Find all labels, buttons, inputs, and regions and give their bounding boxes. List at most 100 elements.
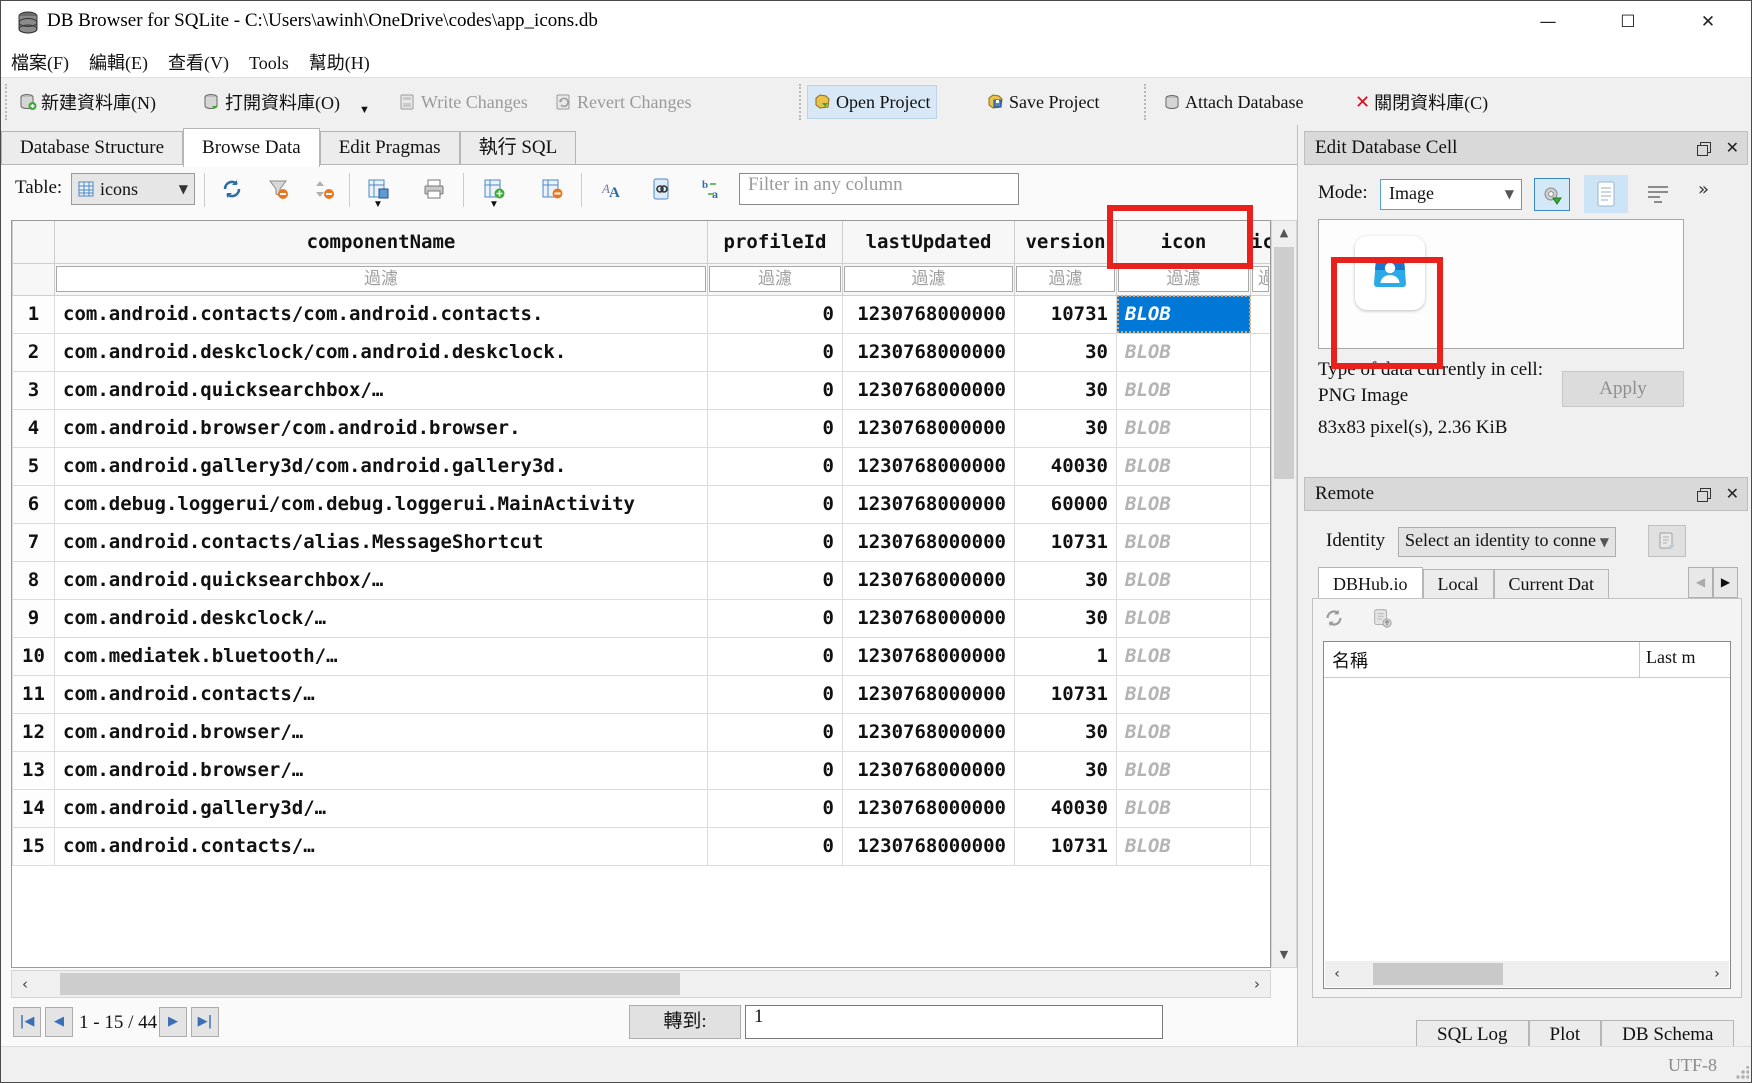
save-project-button[interactable]: Save Project — [981, 85, 1105, 119]
cell-version[interactable]: 10731 — [1015, 523, 1117, 561]
insert-record-dropdown-arrow[interactable]: ▼ — [489, 199, 499, 210]
cell-profileId[interactable]: 0 — [708, 371, 843, 409]
cell-version[interactable]: 1 — [1015, 637, 1117, 675]
prev-page-button[interactable]: ◀ — [45, 1007, 73, 1037]
remote-tab-current-dat[interactable]: Current Dat — [1494, 569, 1609, 599]
column-filter-input[interactable]: 過濾 — [1118, 266, 1249, 292]
cell-componentName[interactable]: com.android.gallery3d/com.android.galler… — [55, 447, 708, 485]
find-in-cells-button[interactable] — [647, 174, 677, 204]
cell-icon-blob[interactable]: BLOB — [1117, 675, 1251, 713]
cell-icon-blob[interactable]: BLOB — [1117, 789, 1251, 827]
scroll-down-arrow[interactable]: ▼ — [1272, 943, 1296, 967]
cell-lastUpdated[interactable]: 1230768000000 — [843, 713, 1015, 751]
cell-partial[interactable] — [1251, 295, 1271, 333]
cell-icon-blob[interactable]: BLOB — [1117, 713, 1251, 751]
vertical-scrollbar[interactable]: ▲ ▼ — [1271, 220, 1297, 968]
column-filter-componentName[interactable]: 過濾 — [55, 263, 708, 295]
close-panel-icon[interactable]: ✕ — [1726, 478, 1739, 510]
menu-item-3[interactable]: Tools — [239, 49, 299, 78]
upload-database-icon[interactable] — [1371, 607, 1393, 629]
horizontal-scrollbar[interactable]: ‹ › — [11, 970, 1271, 998]
column-filter-lastUpdated[interactable]: 過濾 — [843, 263, 1015, 295]
cell-lastUpdated[interactable]: 1230768000000 — [843, 371, 1015, 409]
cell-componentName[interactable]: com.android.browser/… — [55, 713, 708, 751]
row-number[interactable]: 14 — [13, 789, 55, 827]
cell-version[interactable]: 30 — [1015, 409, 1117, 447]
remote-list-header-lastmodified[interactable]: Last m — [1640, 642, 1730, 677]
row-number[interactable]: 13 — [13, 751, 55, 789]
save-results-dropdown-arrow[interactable]: ▼ — [373, 199, 383, 210]
apply-button[interactable]: Apply — [1562, 371, 1684, 407]
cell-componentName[interactable]: com.android.quicksearchbox/… — [55, 561, 708, 599]
close-panel-icon[interactable]: ✕ — [1726, 132, 1739, 164]
float-panel-icon[interactable] — [1697, 488, 1710, 501]
cell-lastUpdated[interactable]: 1230768000000 — [843, 561, 1015, 599]
cell-version[interactable]: 30 — [1015, 751, 1117, 789]
remote-horizontal-scrollbar[interactable]: ‹ › — [1325, 961, 1729, 987]
cell-icon-blob[interactable]: BLOB — [1117, 561, 1251, 599]
cell-version[interactable]: 40030 — [1015, 447, 1117, 485]
cell-componentName[interactable]: com.mediatek.bluetooth/… — [55, 637, 708, 675]
column-header-lastUpdated[interactable]: lastUpdated — [843, 221, 1015, 263]
column-header-componentName[interactable]: componentName — [55, 221, 708, 263]
remote-refresh-icon[interactable] — [1323, 607, 1345, 629]
cell-componentName[interactable]: com.android.contacts/com.android.contact… — [55, 295, 708, 333]
cell-partial[interactable] — [1251, 751, 1271, 789]
table-select[interactable]: icons ▼ — [71, 173, 195, 205]
cell-profileId[interactable]: 0 — [708, 485, 843, 523]
cell-profileId[interactable]: 0 — [708, 409, 843, 447]
column-header-version[interactable]: version — [1015, 221, 1117, 263]
remote-tab-local[interactable]: Local — [1423, 569, 1494, 599]
open-project-button[interactable]: Open Project — [807, 85, 937, 119]
scroll-left-arrow[interactable]: ‹ — [1325, 961, 1349, 987]
cell-partial[interactable] — [1251, 675, 1271, 713]
row-number[interactable]: 8 — [13, 561, 55, 599]
cell-profileId[interactable]: 0 — [708, 561, 843, 599]
row-number[interactable]: 3 — [13, 371, 55, 409]
new-database-button[interactable]: 新建資料庫(N) — [13, 85, 162, 119]
row-number[interactable]: 9 — [13, 599, 55, 637]
menu-item-4[interactable]: 幫助(H) — [299, 45, 380, 79]
import-certificate-button[interactable] — [1648, 525, 1686, 557]
goto-button[interactable]: 轉到: — [629, 1005, 741, 1039]
cell-profileId[interactable]: 0 — [708, 523, 843, 561]
scroll-left-arrow[interactable]: ‹ — [12, 971, 38, 997]
horizontal-scroll-thumb[interactable] — [60, 973, 680, 995]
encoding-label[interactable]: UTF-8 — [1668, 1055, 1717, 1076]
cell-lastUpdated[interactable]: 1230768000000 — [843, 333, 1015, 371]
cell-partial[interactable] — [1251, 713, 1271, 751]
cell-componentName[interactable]: com.android.contacts/… — [55, 675, 708, 713]
tab-scroll-left-arrow[interactable]: ◀ — [1688, 567, 1713, 598]
row-number[interactable]: 10 — [13, 637, 55, 675]
cell-icon-blob-selected[interactable]: BLOB — [1117, 295, 1251, 333]
tab-edit-pragmas[interactable]: Edit Pragmas — [320, 131, 460, 165]
cell-icon-blob[interactable]: BLOB — [1117, 599, 1251, 637]
refresh-button[interactable] — [217, 174, 247, 204]
cell-profileId[interactable]: 0 — [708, 333, 843, 371]
cell-lastUpdated[interactable]: 1230768000000 — [843, 789, 1015, 827]
cell-icon-blob[interactable]: BLOB — [1117, 523, 1251, 561]
minimize-button[interactable]: — — [1517, 1, 1579, 43]
clear-filters-button[interactable] — [263, 174, 293, 204]
cell-partial[interactable] — [1251, 333, 1271, 371]
scroll-up-arrow[interactable]: ▲ — [1272, 221, 1296, 245]
column-filter-ic[interactable]: 過濾 — [1251, 263, 1271, 295]
remote-tab-dbhub-io[interactable]: DBHub.io — [1318, 567, 1423, 601]
revert-changes-button[interactable]: Revert Changes — [549, 85, 697, 119]
cell-componentName[interactable]: com.android.quicksearchbox/… — [55, 371, 708, 409]
tab-scroll-right-arrow[interactable]: ▶ — [1713, 567, 1738, 598]
close-button[interactable]: ✕ — [1677, 1, 1739, 43]
text-view-button[interactable] — [1584, 175, 1628, 213]
cell-lastUpdated[interactable]: 1230768000000 — [843, 751, 1015, 789]
word-wrap-button[interactable] — [1646, 183, 1670, 205]
tab-執行-sql[interactable]: 執行 SQL — [460, 131, 577, 165]
cell-componentName[interactable]: com.android.deskclock/… — [55, 599, 708, 637]
filter-any-column-input[interactable]: Filter in any column — [739, 173, 1019, 205]
open-database-button[interactable]: 打開資料庫(O) — [197, 85, 346, 119]
cell-partial[interactable] — [1251, 523, 1271, 561]
identity-select[interactable]: Select an identity to conne ▼ — [1398, 527, 1616, 557]
cell-profileId[interactable]: 0 — [708, 599, 843, 637]
goto-record-input[interactable]: 1 — [745, 1005, 1163, 1039]
cell-icon-blob[interactable]: BLOB — [1117, 409, 1251, 447]
cell-icon-blob[interactable]: BLOB — [1117, 371, 1251, 409]
